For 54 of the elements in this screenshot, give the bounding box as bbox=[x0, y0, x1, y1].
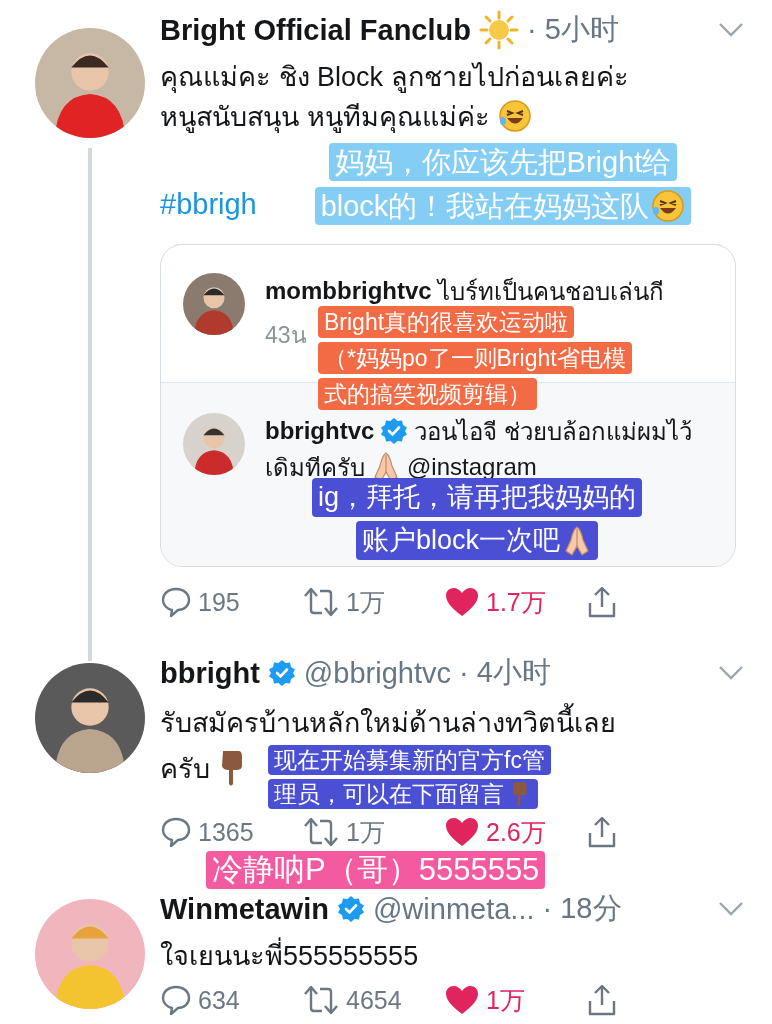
reply-icon bbox=[160, 984, 192, 1016]
retweet-button[interactable]: 1万 bbox=[302, 815, 422, 849]
post-text: วอนไอจี ช่วยบล้อกแม่ผมไว้ bbox=[414, 416, 692, 447]
chevron-down-icon[interactable] bbox=[718, 665, 744, 681]
chevron-down-icon[interactable] bbox=[718, 901, 744, 917]
share-icon bbox=[586, 983, 618, 1017]
user-name: bbrightvc bbox=[265, 417, 375, 445]
caption: ig，拜托，请再把我妈妈的 bbox=[312, 478, 642, 517]
caption: block的！我站在妈妈这队 bbox=[314, 187, 692, 225]
tweet-text: ครับ bbox=[160, 752, 210, 786]
share-icon bbox=[586, 815, 618, 849]
reply-button[interactable]: 195 bbox=[160, 586, 280, 618]
user-handle: @winmeta... bbox=[372, 892, 535, 926]
retweet-button[interactable]: 4654 bbox=[302, 984, 422, 1016]
caption: 理员，可以在下面留言 bbox=[268, 779, 538, 809]
tweet-text: ใจเยนนะพี่555555555 bbox=[160, 933, 419, 977]
user-name: Bright Official Fanclub bbox=[160, 13, 471, 47]
caption: Bright真的很喜欢运动啦 bbox=[318, 306, 575, 338]
tweet-text: หนูสนับสนุน หนูทีมคุณแม่ค่ะ bbox=[160, 100, 490, 135]
retweet-icon bbox=[302, 586, 340, 618]
mention-link[interactable]: @instagram bbox=[407, 453, 537, 481]
user-name: bbright bbox=[160, 656, 260, 690]
share-button[interactable] bbox=[586, 983, 618, 1017]
user-name: mombbrightvc bbox=[265, 277, 432, 305]
caption: 现在开始募集新的官方fc管 bbox=[268, 745, 551, 775]
chevron-down-icon[interactable] bbox=[718, 22, 744, 38]
like-button[interactable]: 1万 bbox=[444, 983, 564, 1017]
retweet-button[interactable]: 1万 bbox=[302, 585, 422, 619]
reply-button[interactable]: 1365 bbox=[160, 816, 280, 848]
post-text: ไบร์ทเป็นคนชอบเล่นกี bbox=[437, 276, 664, 307]
reply-icon bbox=[160, 586, 192, 618]
caption: 妈妈，你应该先把Bright给 bbox=[328, 143, 678, 181]
retweet-icon bbox=[302, 984, 340, 1016]
like-button[interactable]: 1.7万 bbox=[444, 585, 564, 619]
reply-icon bbox=[160, 816, 192, 848]
like-button[interactable]: 2.6万 bbox=[444, 815, 564, 849]
timestamp: 43น bbox=[265, 321, 307, 350]
caption: 式的搞笑视频剪辑） bbox=[318, 378, 537, 410]
tweet-text: รับสมัครบ้านหลักใหม่ด้านล่างทวิตนี้เลย bbox=[160, 700, 616, 744]
caption: 冷静呐P（哥）5555555 bbox=[206, 851, 546, 889]
hashtag-link[interactable]: #bbrigh bbox=[160, 184, 257, 224]
caption: （*妈妈po了一则Bright省电模 bbox=[318, 342, 632, 374]
user-name: Winmetawin bbox=[160, 892, 329, 926]
tweet-text: คุณแม่คะ ชิง Block ลูกชายไปก่อนเลยค่ะ bbox=[160, 60, 629, 95]
timestamp: · 5小时 bbox=[526, 12, 619, 47]
share-button[interactable] bbox=[586, 585, 618, 619]
share-icon bbox=[586, 585, 618, 619]
share-button[interactable] bbox=[586, 815, 618, 849]
caption: 账户block一次吧 bbox=[356, 521, 598, 560]
timestamp: · 18分 bbox=[542, 891, 622, 926]
retweet-icon bbox=[302, 816, 340, 848]
user-handle: @bbrightvc bbox=[303, 656, 451, 690]
reply-button[interactable]: 634 bbox=[160, 984, 280, 1016]
timestamp: · 4小时 bbox=[459, 655, 551, 690]
